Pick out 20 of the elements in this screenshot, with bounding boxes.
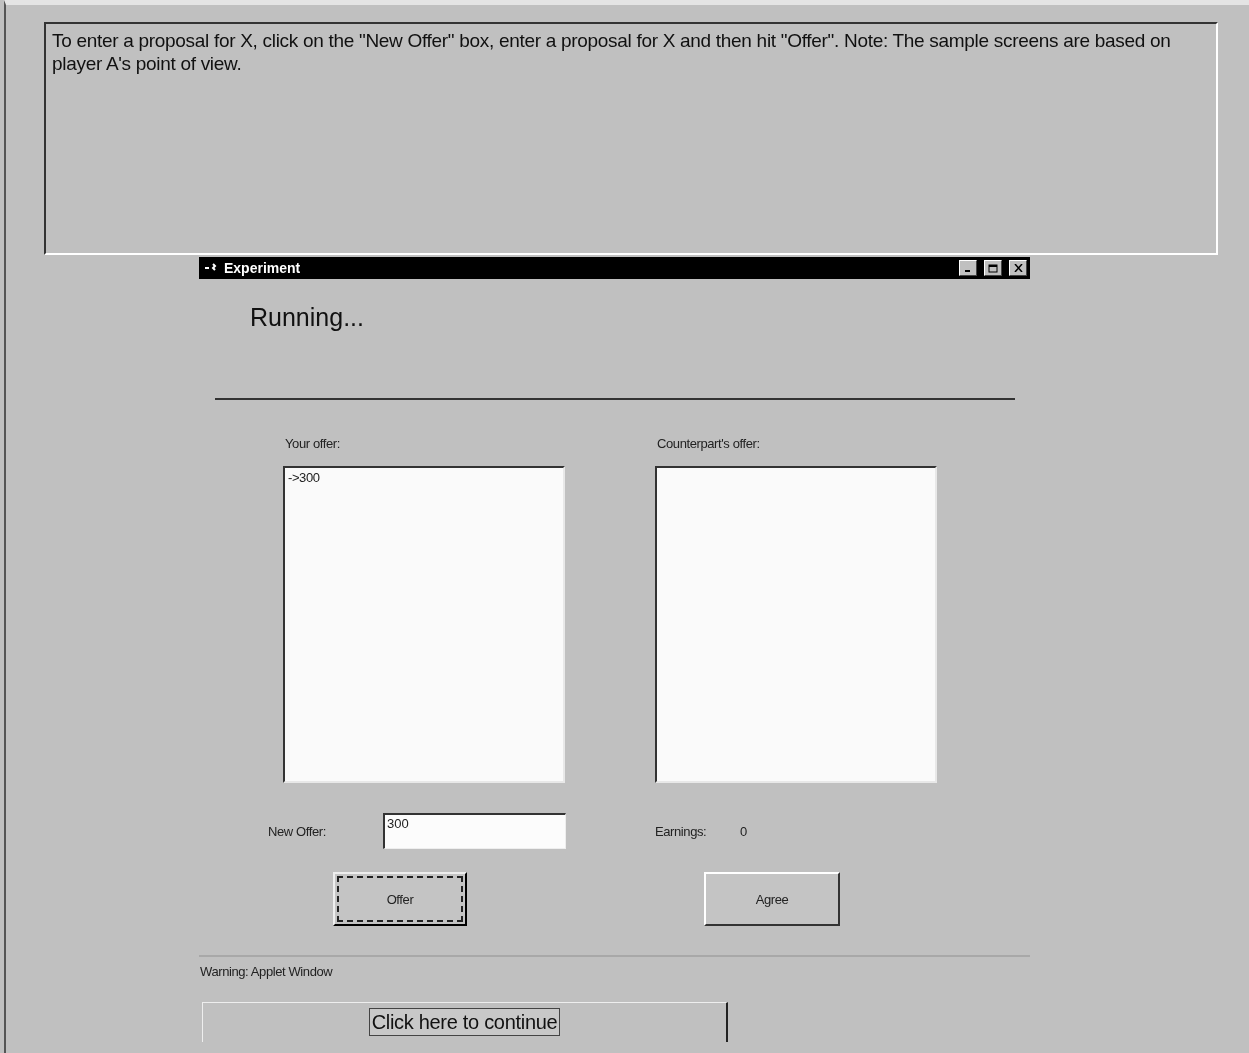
instructions-text: To enter a proposal for X, click on the "New Offer" box, enter a proposal for X and then hit "Offer". Note: The sample screens are based on player A's point of view.: [44, 22, 1218, 255]
list-label: Counterpart's offer:: [657, 436, 761, 452]
close-button[interactable]: [1009, 260, 1027, 276]
close-icon: [1013, 264, 1023, 272]
field-label: Earnings:: [655, 823, 708, 839]
status-text: Running...: [250, 303, 365, 333]
status-bar-text: Warning: Applet Window: [200, 964, 333, 979]
list-label: Your offer:: [285, 436, 341, 452]
window-title: Experiment: [224, 260, 302, 276]
action-button[interactable]: Offer: [333, 872, 467, 926]
list-item[interactable]: ->300: [288, 470, 320, 485]
field-label: New Offer:: [268, 823, 327, 839]
minimize-button[interactable]: [959, 260, 977, 276]
action-button[interactable]: Agree: [704, 872, 840, 926]
offer-list[interactable]: ->300: [283, 466, 565, 783]
input-field[interactable]: 300: [383, 813, 566, 849]
maximize-button[interactable]: [984, 260, 1002, 276]
maximize-icon: [988, 263, 998, 273]
earnings-value: 0: [740, 823, 747, 839]
continue-button[interactable]: Click here to continue: [368, 1008, 561, 1036]
